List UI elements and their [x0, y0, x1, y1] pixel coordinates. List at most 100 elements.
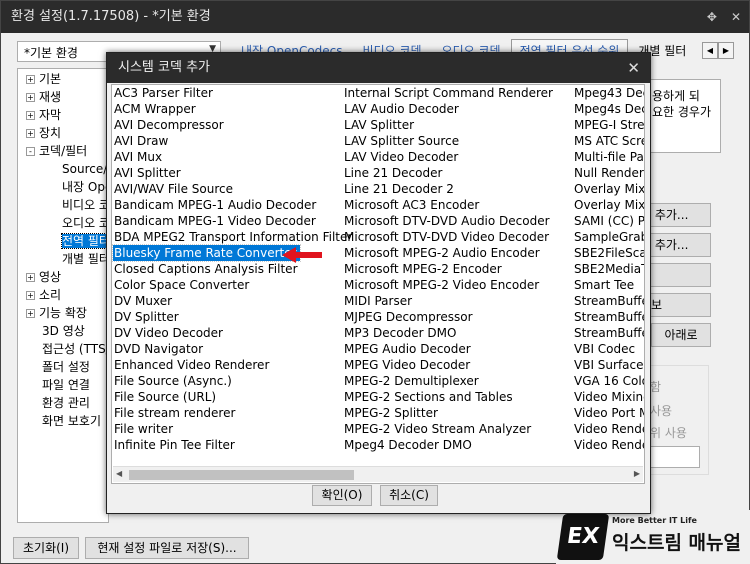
- tab-scroll-right-icon[interactable]: ▶: [718, 42, 734, 59]
- codec-list-item[interactable]: MPEG-2 Video Stream Analyzer: [343, 421, 553, 437]
- tree-item-playback[interactable]: + 재생: [26, 89, 61, 105]
- reset-button[interactable]: 초기화(I): [13, 537, 79, 559]
- tree-item-devices[interactable]: + 장치: [26, 125, 61, 141]
- ok-button[interactable]: 확인(O): [312, 485, 372, 506]
- tree-item-3d[interactable]: 3D 영상: [42, 323, 85, 339]
- codec-list-item[interactable]: Video Renderer: [573, 421, 644, 437]
- codec-list-item[interactable]: LAV Audio Decoder: [343, 101, 553, 117]
- tree-item-global-filter[interactable]: 전역 필터: [61, 233, 108, 249]
- codec-list-item[interactable]: Overlay Mixer2: [573, 197, 644, 213]
- codec-list-item[interactable]: Microsoft MPEG-2 Video Encoder: [343, 277, 553, 293]
- tree-item-screensaver[interactable]: 화면 보호기: [42, 413, 101, 429]
- codec-list-item[interactable]: Bluesky Frame Rate Converter: [112, 244, 301, 262]
- codec-list-item[interactable]: AVI Mux: [113, 149, 352, 165]
- codec-list-item[interactable]: VBI Surface Allocator: [573, 357, 644, 373]
- codec-list-item[interactable]: BDA MPEG2 Transport Information Filter: [113, 229, 352, 245]
- close-icon[interactable]: ✕: [731, 1, 741, 33]
- codec-list-item[interactable]: DV Video Decoder: [113, 325, 352, 341]
- codec-list-item[interactable]: Microsoft DTV-DVD Audio Decoder: [343, 213, 553, 229]
- codec-list-item[interactable]: MPEG-2 Demultiplexer: [343, 373, 553, 389]
- collapse-icon[interactable]: -: [26, 147, 35, 156]
- codec-list-item[interactable]: Overlay Mixer: [573, 181, 644, 197]
- codec-list-item[interactable]: MPEG Video Decoder: [343, 357, 553, 373]
- scroll-right-icon[interactable]: ▶: [634, 469, 640, 478]
- codec-list-item[interactable]: LAV Video Decoder: [343, 149, 553, 165]
- codec-list-item[interactable]: Bandicam MPEG-1 Audio Decoder: [113, 197, 352, 213]
- scrollbar-thumb[interactable]: [129, 470, 354, 480]
- codec-list-item[interactable]: Infinite Pin Tee Filter: [113, 437, 352, 453]
- tree-item-accessibility[interactable]: 접근성 (TTS/: [42, 341, 108, 357]
- codec-list-item[interactable]: Bandicam MPEG-1 Video Decoder: [113, 213, 352, 229]
- codec-list-item[interactable]: AC3 Parser Filter: [113, 85, 352, 101]
- expand-icon[interactable]: +: [26, 129, 35, 138]
- codec-list-item[interactable]: MS ATC Screen Decoder: [573, 133, 644, 149]
- codec-list-item[interactable]: MPEG-2 Splitter: [343, 405, 553, 421]
- codec-list-item[interactable]: LAV Splitter Source: [343, 133, 553, 149]
- codec-list-item[interactable]: SAMI (CC) Parser: [573, 213, 644, 229]
- tree-item-audio-codec[interactable]: 오디오 코: [62, 215, 108, 231]
- tree-item-builtin-opencodecs[interactable]: 내장 Ope: [62, 179, 108, 195]
- codec-list-item[interactable]: Microsoft DTV-DVD Video Decoder: [343, 229, 553, 245]
- expand-icon[interactable]: +: [26, 291, 35, 300]
- codec-list-item[interactable]: MPEG-I Stream Splitter: [573, 117, 644, 133]
- tree-item-video[interactable]: + 영상: [26, 269, 61, 285]
- codec-list-item[interactable]: Enhanced Video Renderer: [113, 357, 352, 373]
- codec-list-item[interactable]: Video Renderer: [573, 437, 644, 453]
- codec-list-item[interactable]: Microsoft AC3 Encoder: [343, 197, 553, 213]
- codec-list-item[interactable]: File Source (Async.): [113, 373, 352, 389]
- scroll-left-icon[interactable]: ◀: [116, 469, 122, 478]
- codec-list-item[interactable]: SBE2FileScan: [573, 245, 644, 261]
- codec-list-item[interactable]: SampleGrabber: [573, 229, 644, 245]
- tree-item-audio[interactable]: + 소리: [26, 287, 61, 303]
- tree-item-basic[interactable]: + 기본: [26, 71, 61, 87]
- tree-item-config-management[interactable]: 환경 관리: [42, 395, 90, 411]
- codec-list-item[interactable]: Mpeg4 Decoder DMO: [343, 437, 553, 453]
- codec-list-item[interactable]: Video Port Manager: [573, 405, 644, 421]
- tree-item-file-association[interactable]: 파일 연결: [42, 377, 90, 393]
- tree-item-video-codec[interactable]: 비디오 코: [62, 197, 108, 213]
- tree-item-extensions[interactable]: + 기능 확장: [26, 305, 87, 321]
- codec-list-item[interactable]: AVI Splitter: [113, 165, 352, 181]
- codec-list-item[interactable]: DVD Navigator: [113, 341, 352, 357]
- codec-list-item[interactable]: SBE2MediaTypeProfile: [573, 261, 644, 277]
- pin-icon[interactable]: ✥: [707, 1, 717, 33]
- expand-icon[interactable]: +: [26, 111, 35, 120]
- codec-list-item[interactable]: LAV Splitter: [343, 117, 553, 133]
- tree-item-individual-filter[interactable]: 개별 필터: [62, 251, 108, 267]
- codec-list-item[interactable]: DV Muxer: [113, 293, 352, 309]
- codec-list-item[interactable]: AVI/WAV File Source: [113, 181, 352, 197]
- codec-list-item[interactable]: Mpeg43 Decoder DMO: [573, 85, 644, 101]
- save-to-file-button[interactable]: 현재 설정 파일로 저장(S)...: [85, 537, 249, 559]
- tree-item-codec-filter[interactable]: - 코덱/필터: [26, 143, 87, 159]
- codec-list-item[interactable]: File Source (URL): [113, 389, 352, 405]
- codec-list-item[interactable]: MPEG Audio Decoder: [343, 341, 553, 357]
- horizontal-scrollbar[interactable]: ◀ ▶: [113, 466, 643, 482]
- codec-list-item[interactable]: Smart Tee: [573, 277, 644, 293]
- codec-list-item[interactable]: DV Splitter: [113, 309, 352, 325]
- expand-icon[interactable]: +: [26, 273, 35, 282]
- codec-list-item[interactable]: ACM Wrapper: [113, 101, 352, 117]
- codec-list-item[interactable]: StreamBufferSink: [573, 293, 644, 309]
- codec-list-item[interactable]: Color Space Converter: [113, 277, 352, 293]
- codec-list-item[interactable]: MP3 Decoder DMO: [343, 325, 553, 341]
- codec-list-item[interactable]: AVI Draw: [113, 133, 352, 149]
- codec-list-item[interactable]: File writer: [113, 421, 352, 437]
- codec-list-item[interactable]: Line 21 Decoder 2: [343, 181, 553, 197]
- cancel-button[interactable]: 취소(C): [380, 485, 438, 506]
- codec-list-item[interactable]: Video Mixing Renderer: [573, 389, 644, 405]
- expand-icon[interactable]: +: [26, 309, 35, 318]
- codec-list-item[interactable]: Microsoft MPEG-2 Audio Encoder: [343, 245, 553, 261]
- codec-list-item[interactable]: StreamBufferSink2: [573, 325, 644, 341]
- codec-list-item[interactable]: Null Renderer: [573, 165, 644, 181]
- codec-list[interactable]: AC3 Parser Filter ACM Wrapper AVI Decompre…: [111, 84, 645, 484]
- codec-list-item[interactable]: Microsoft MPEG-2 Encoder: [343, 261, 553, 277]
- close-icon[interactable]: ✕: [627, 53, 640, 83]
- tree-item-subtitles[interactable]: + 자막: [26, 107, 61, 123]
- codec-list-item[interactable]: VBI Codec: [573, 341, 644, 357]
- codec-list-item[interactable]: Internal Script Command Renderer: [343, 85, 553, 101]
- expand-icon[interactable]: +: [26, 93, 35, 102]
- codec-list-item[interactable]: Line 21 Decoder: [343, 165, 553, 181]
- codec-list-item[interactable]: VGA 16 Color Ditherer: [573, 373, 644, 389]
- codec-list-item[interactable]: AVI Decompressor: [113, 117, 352, 133]
- tree-item-source-splitter[interactable]: Source/S: [62, 161, 108, 177]
